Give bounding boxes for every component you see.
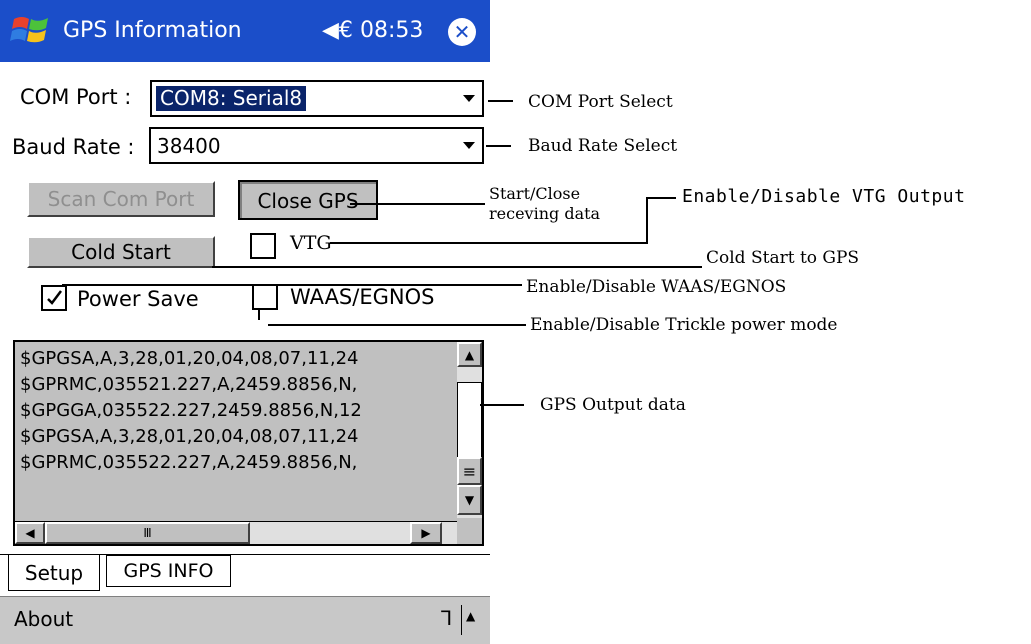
menu-separator: [461, 605, 462, 635]
close-icon[interactable]: ✕: [448, 18, 476, 46]
leader-waas: [62, 284, 522, 286]
log-line: $GPGSA,A,3,28,01,20,04,08,07,11,24: [20, 426, 359, 447]
leader-vtg-top: [646, 197, 676, 199]
scroll-left-icon[interactable]: ◀: [15, 522, 45, 544]
leader-close-gps: [350, 203, 485, 205]
scroll-right-icon[interactable]: ▶: [410, 522, 442, 544]
cold-start-button[interactable]: Cold Start: [27, 236, 215, 268]
keyboard-icon[interactable]: ᒣ: [440, 606, 452, 630]
clock[interactable]: 08:53: [360, 0, 423, 62]
scroll-up-icon[interactable]: ▲: [457, 342, 482, 367]
leader-com-port: [488, 100, 513, 102]
leader-output: [480, 404, 524, 406]
waas-egnos-checkbox[interactable]: [252, 284, 278, 310]
tab-setup[interactable]: Setup: [8, 555, 100, 591]
power-save-label: Power Save: [77, 287, 199, 311]
annotation-start-close-2: receving data: [489, 204, 601, 223]
close-gps-button[interactable]: Close GPS: [238, 180, 378, 220]
title-bar: GPS Information ◀€ 08:53 ✕: [0, 0, 490, 62]
leader-trickle-h: [268, 324, 526, 326]
menu-bar: About ᒣ ▲: [0, 596, 490, 644]
baud-rate-label: Baud Rate :: [12, 135, 135, 159]
scroll-down-icon[interactable]: ▼: [457, 485, 482, 515]
windows-start-icon[interactable]: [10, 13, 52, 49]
leader-cold-start: [212, 266, 702, 268]
com-port-select[interactable]: COM8: Serial8: [150, 80, 484, 117]
leader-trickle-v: [258, 308, 260, 320]
about-menu[interactable]: About: [14, 607, 73, 631]
annotation-output: GPS Output data: [540, 395, 686, 415]
com-port-value: COM8: Serial8: [156, 86, 307, 111]
baud-rate-value: 38400: [157, 134, 221, 158]
log-line: $GPGSA,A,3,28,01,20,04,08,07,11,24: [20, 348, 359, 369]
vertical-scrollbar[interactable]: ▲ ≡ ▼: [457, 342, 482, 518]
window-title: GPS Information: [63, 18, 242, 43]
log-line: $GPRMC,035521.227,A,2459.8856,N,: [20, 374, 358, 395]
power-save-checkbox[interactable]: [41, 285, 67, 311]
annotation-com-port: COM Port Select: [528, 92, 673, 112]
annotation-baud-rate: Baud Rate Select: [528, 136, 678, 156]
annotation-waas: Enable/Disable WAAS/EGNOS: [526, 277, 787, 297]
log-line: $GPGGA,035522.227,2459.8856,N,12: [20, 400, 362, 421]
annotation-trickle: Enable/Disable Trickle power mode: [530, 315, 838, 335]
chevron-down-icon[interactable]: [456, 82, 482, 115]
sip-up-icon[interactable]: ▲: [466, 609, 475, 623]
horizontal-scrollbar[interactable]: ◀ Ⅲ ▶: [15, 521, 457, 544]
vtg-checkbox[interactable]: [250, 233, 276, 259]
log-text-area: $GPGSA,A,3,28,01,20,04,08,07,11,24 $GPRM…: [20, 346, 457, 476]
leader-vtg-v: [646, 197, 648, 244]
annotation-vtg: Enable/Disable VTG Output: [682, 186, 966, 207]
pocketpc-screen: GPS Information ◀€ 08:53 ✕ COM Port : CO…: [0, 0, 490, 644]
scroll-grip-icon[interactable]: ≡: [457, 457, 482, 485]
annotation-cold-start: Cold Start to GPS: [706, 248, 860, 268]
leader-vtg-h: [330, 242, 648, 244]
leader-baud-rate: [486, 145, 511, 147]
scroll-hthumb[interactable]: Ⅲ: [45, 522, 250, 544]
annotation-start-close-1: Start/Close: [489, 184, 581, 203]
volume-icon[interactable]: ◀€: [322, 0, 353, 62]
vtg-label: VTG: [290, 232, 332, 254]
gps-output-log[interactable]: $GPGSA,A,3,28,01,20,04,08,07,11,24 $GPRM…: [13, 340, 484, 546]
log-line: $GPRMC,035522.227,A,2459.8856,N,: [20, 452, 358, 473]
tab-gps-info[interactable]: GPS INFO: [106, 555, 231, 587]
com-port-label: COM Port :: [20, 85, 132, 109]
scan-com-port-button[interactable]: Scan Com Port: [27, 181, 215, 217]
chevron-down-icon[interactable]: [456, 129, 482, 162]
baud-rate-select[interactable]: 38400: [149, 127, 484, 164]
close-glyph: ✕: [453, 20, 471, 44]
waas-egnos-label: WAAS/EGNOS: [290, 285, 435, 309]
